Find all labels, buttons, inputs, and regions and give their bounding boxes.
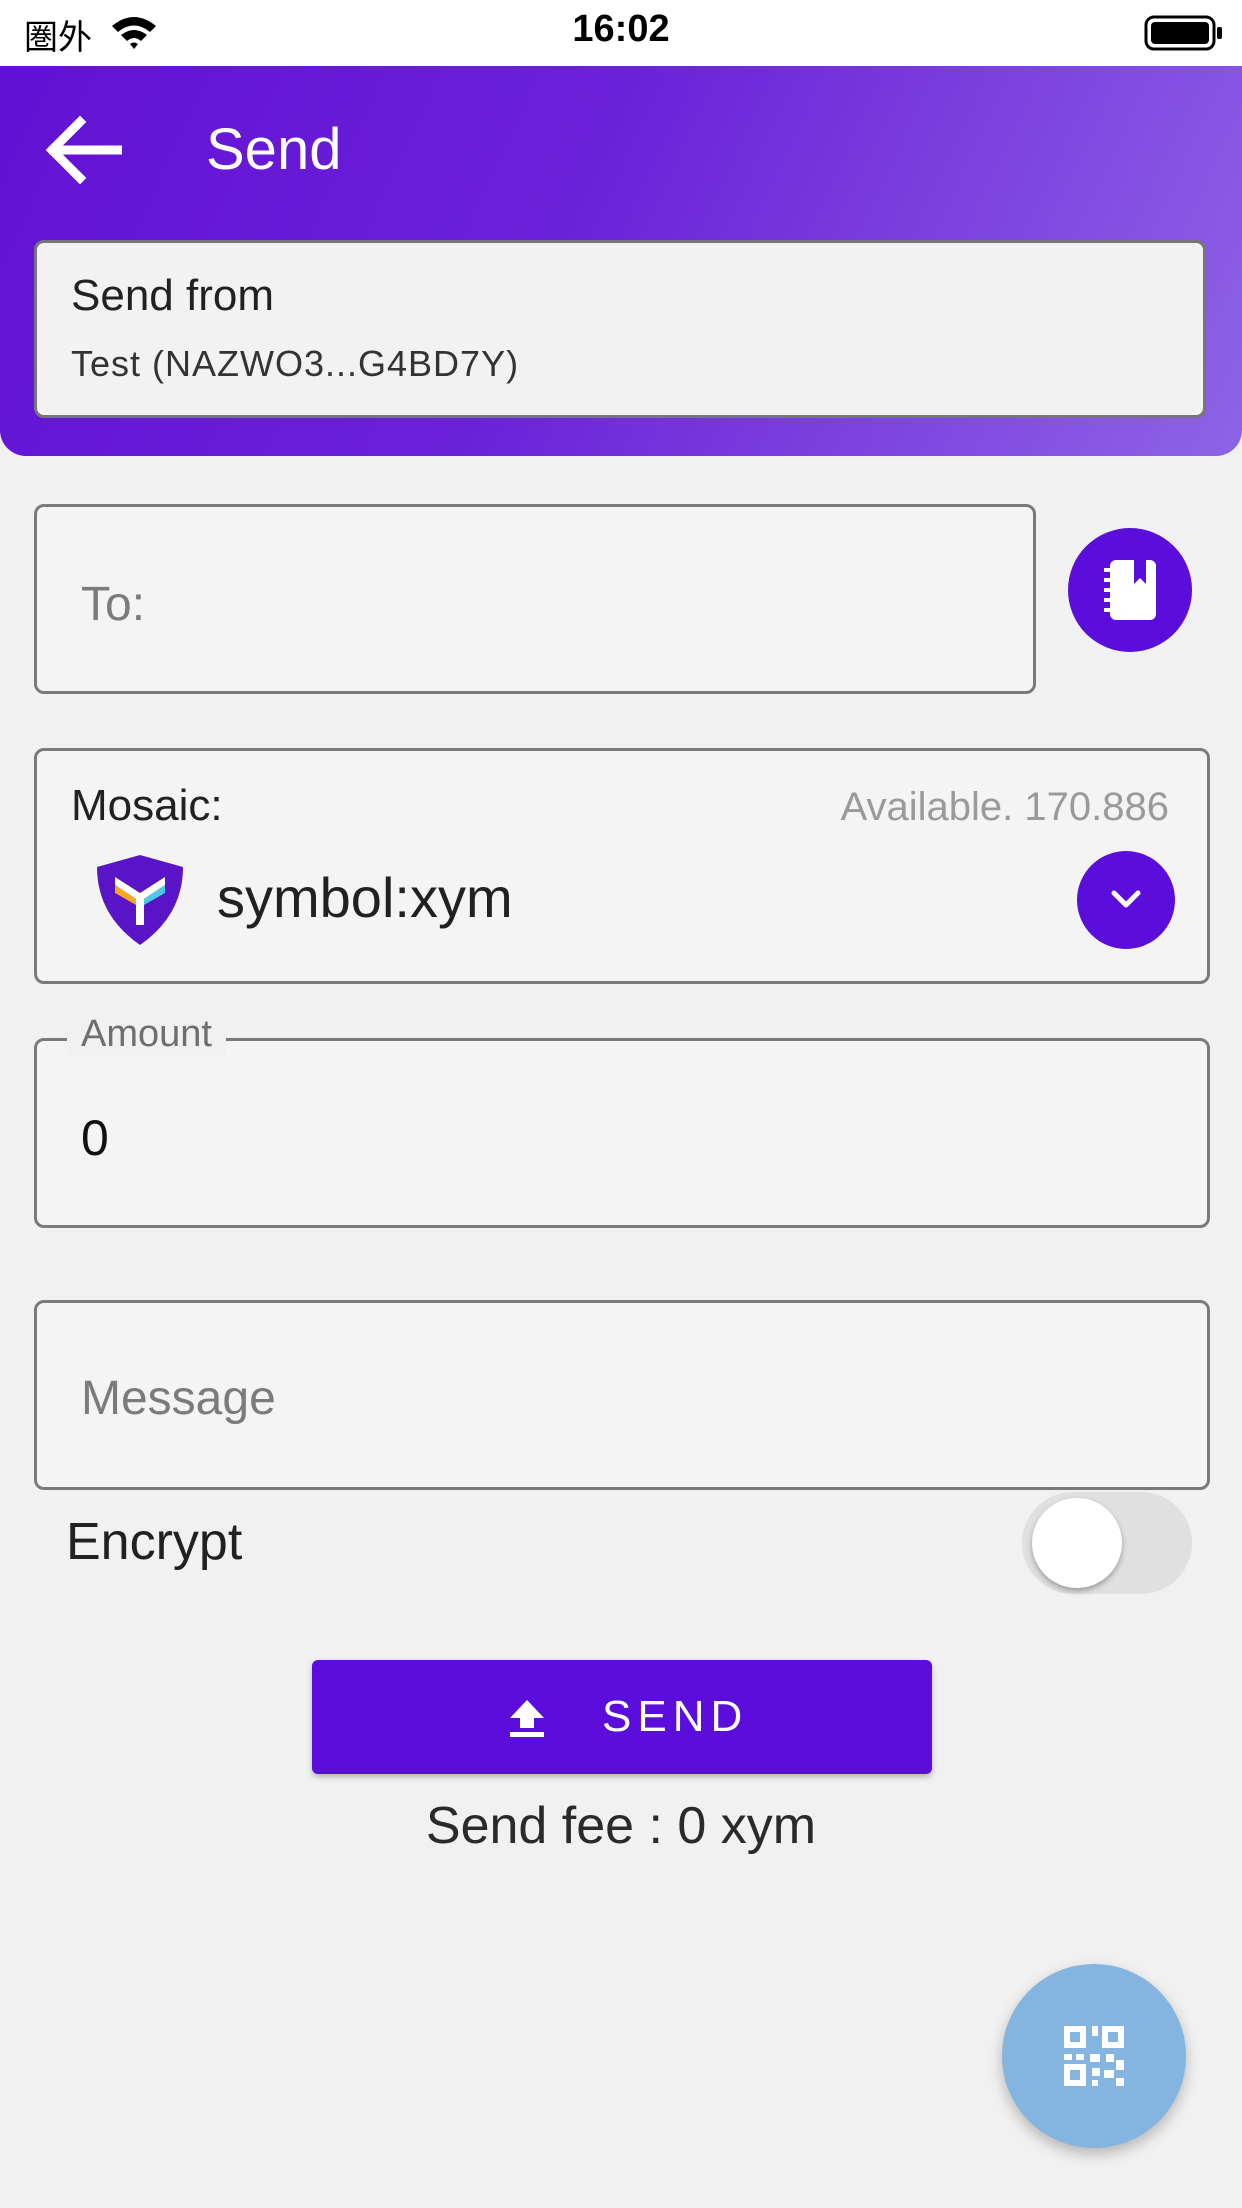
mosaic-selector[interactable]: Mosaic: Available. 170.886 symbol:xym — [34, 748, 1210, 984]
mosaic-dropdown-button[interactable] — [1077, 851, 1175, 949]
send-from-selector[interactable]: Send from Test (NAZWO3...G4BD7Y) — [34, 240, 1206, 418]
available-balance: Available. 170.886 — [840, 785, 1169, 829]
toggle-thumb — [1032, 1498, 1122, 1588]
address-book-icon — [1104, 560, 1156, 620]
battery-icon — [1144, 15, 1222, 51]
back-arrow-icon[interactable] — [44, 114, 122, 186]
encrypt-label: Encrypt — [66, 1513, 243, 1571]
send-from-label: Send from — [71, 271, 274, 320]
mosaic-value: symbol:xym — [217, 866, 513, 929]
send-screen: 圏外 16:02 Send Send from Test (NAZWO3...G… — [0, 0, 1242, 2208]
status-bar: 圏外 16:02 — [0, 0, 1242, 66]
encrypt-toggle[interactable] — [1022, 1492, 1192, 1594]
amount-input[interactable]: Amount 0 — [34, 1013, 1210, 1228]
amount-label: Amount — [67, 1013, 226, 1056]
upload-icon — [510, 1700, 544, 1737]
symbol-logo-icon — [97, 855, 183, 945]
page-title: Send — [206, 117, 342, 182]
clock: 16:02 — [572, 8, 670, 50]
send-button-label: SEND — [602, 1692, 749, 1741]
amount-value: 0 — [81, 1110, 109, 1166]
recipient-placeholder: To: — [81, 578, 146, 631]
send-button[interactable]: SEND — [312, 1660, 932, 1774]
send-fee-text: Send fee : 0 xym — [425, 1797, 817, 1855]
chevron-down-icon — [1111, 890, 1141, 908]
message-input[interactable]: Message — [34, 1300, 1210, 1490]
app-header: Send Send from Test (NAZWO3...G4BD7Y) — [0, 66, 1242, 456]
recipient-input[interactable]: To: — [34, 504, 1036, 694]
message-placeholder: Message — [81, 1372, 276, 1425]
qr-scan-button[interactable] — [1002, 1964, 1186, 2148]
send-from-account: Test (NAZWO3...G4BD7Y) — [71, 343, 520, 384]
address-book-button[interactable] — [1068, 528, 1192, 652]
qr-code-icon — [1064, 2026, 1124, 2086]
mosaic-label: Mosaic: — [71, 781, 223, 830]
